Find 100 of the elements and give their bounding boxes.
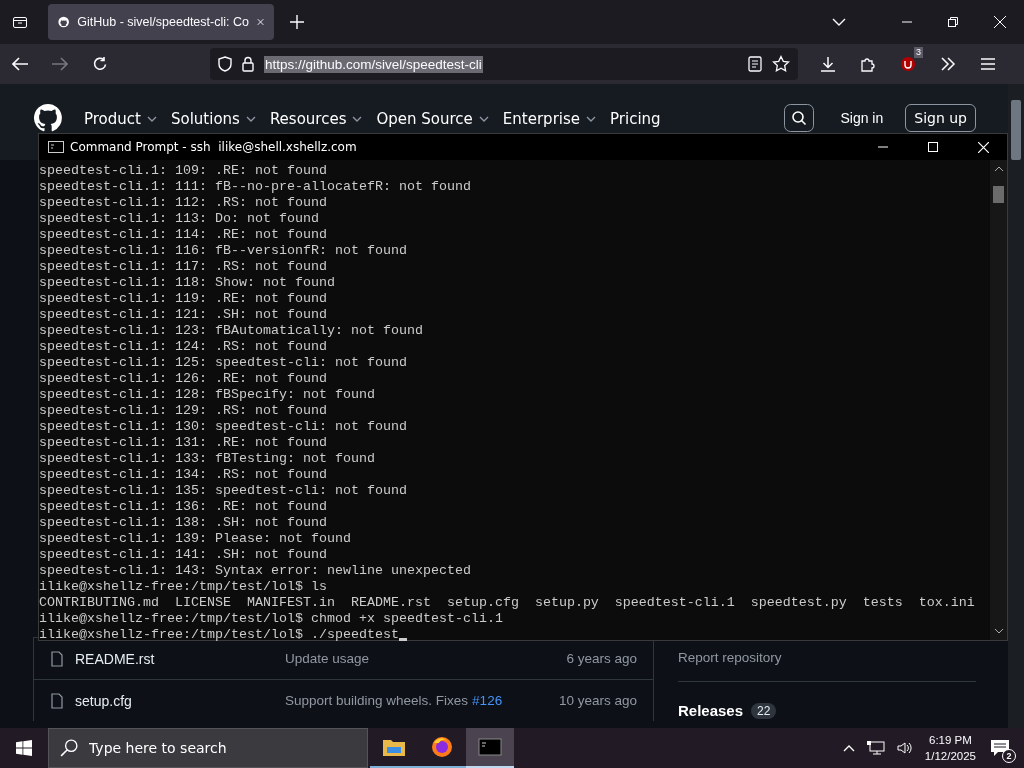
nav-menu-item[interactable]: Solutions <box>170 110 256 128</box>
taskbar-search-field[interactable]: Type here to search <box>48 728 368 768</box>
commit-age: 10 years ago <box>558 693 637 708</box>
terminal-line: speedtest-cli.1: 129: .RS: not found <box>39 403 327 419</box>
terminal-scrollbar[interactable] <box>990 160 1007 640</box>
terminal-line: speedtest-cli.1: 123: fBAutomatically: not found <box>39 323 423 339</box>
nav-menu-item[interactable]: Pricing <box>610 110 661 128</box>
file-name-link[interactable]: README.rst <box>75 650 285 667</box>
scroll-thumb[interactable] <box>993 186 1004 203</box>
search-icon <box>60 739 78 757</box>
sign-in-link[interactable]: Sign in <box>840 110 884 126</box>
chevron-down-icon <box>586 116 596 122</box>
commit-message[interactable]: Support building wheels. Fixes <box>285 693 469 708</box>
reader-view-icon[interactable] <box>748 56 762 72</box>
terminal-line: speedtest-cli.1: 141: .SH: not found <box>39 547 327 563</box>
clock-date[interactable]: 1/12/2025 <box>924 748 976 764</box>
terminal-line: ilike@xshellz-free:/tmp/test/lol$ ls <box>39 579 327 595</box>
browser-icon <box>430 735 454 759</box>
terminal-line: CONTRIBUTING.md LICENSE MANIFEST.in README.rst setup.cfg setup.py speedtest-cli.1 speedtest.py tests tox.ini <box>39 595 975 611</box>
console-icon <box>48 141 64 153</box>
network-icon[interactable] <box>866 740 885 756</box>
scroll-down-icon[interactable] <box>994 629 1003 634</box>
terminal-line: speedtest-cli.1: 126: .RE: not found <box>39 371 327 387</box>
close-tab-icon[interactable] <box>256 17 264 27</box>
releases-heading[interactable]: Releases <box>678 702 744 719</box>
windows-start-icon[interactable] <box>16 740 32 756</box>
github-logo-icon <box>58 14 70 30</box>
nav-menu-item[interactable]: Product <box>84 110 157 128</box>
folder-icon <box>382 737 406 757</box>
github-logo-icon[interactable] <box>34 104 62 132</box>
star-icon[interactable] <box>772 55 790 73</box>
terminal-line: speedtest-cli.1: 128: fBSpecify: not found <box>39 387 375 403</box>
page-scrollbar[interactable] <box>1008 84 1024 728</box>
terminal-line: ilike@xshellz-free:/tmp/test/lol$ ./speedtest <box>39 627 399 643</box>
terminal-line: speedtest-cli.1: 112: .RS: not found <box>39 195 327 211</box>
tab-list-icon[interactable] <box>12 14 28 30</box>
terminal-line: speedtest-cli.1: 139: Please: not found <box>39 531 351 547</box>
chevron-down-icon <box>146 116 157 122</box>
close-icon[interactable] <box>978 141 989 153</box>
chevron-down-icon <box>352 116 363 122</box>
terminal-line: speedtest-cli.1: 118: Show: not found <box>39 275 335 291</box>
back-icon[interactable] <box>12 57 28 71</box>
extension-badge: 3 <box>914 47 923 58</box>
terminal-line: speedtest-cli.1: 136: .RE: not found <box>39 499 327 515</box>
chevron-up-icon[interactable] <box>842 744 855 752</box>
terminal-line: speedtest-cli.1: 113: Do: not found <box>39 211 319 227</box>
terminal-line: speedtest-cli.1: 111: fB--no-pre-allocatefR: not found <box>39 179 471 195</box>
menu-icon[interactable] <box>980 57 996 71</box>
report-repository-link[interactable]: Report repository <box>678 650 976 665</box>
chevron-down-icon[interactable] <box>832 18 846 26</box>
terminal-line: speedtest-cli.1: 117: .RS: not found <box>39 259 327 275</box>
file-name-link[interactable]: setup.cfg <box>75 692 285 709</box>
notification-count: 2 <box>1002 749 1016 763</box>
restore-icon[interactable] <box>948 17 958 27</box>
terminal-line: speedtest-cli.1: 124: .RS: not found <box>39 339 327 355</box>
clock-time[interactable]: 6:19 PM <box>929 732 972 748</box>
shield-icon[interactable] <box>218 56 232 72</box>
maximize-icon[interactable] <box>928 142 938 152</box>
commit-message[interactable]: Update usage <box>285 651 370 666</box>
file-icon <box>51 692 63 709</box>
forward-icon[interactable] <box>52 57 68 71</box>
terminal-line: speedtest-cli.1: 135: speedtest-cli: not found <box>39 483 407 499</box>
download-icon[interactable] <box>820 56 836 72</box>
close-icon[interactable] <box>994 16 1006 28</box>
file-icon <box>51 650 63 667</box>
commit-age: 6 years ago <box>566 651 637 666</box>
chevron-down-icon <box>245 116 256 122</box>
scroll-up-icon[interactable] <box>994 166 1003 171</box>
terminal-line: speedtest-cli.1: 109: .RE: not found <box>39 163 327 179</box>
terminal-line: speedtest-cli.1: 114: .RE: not found <box>39 227 327 243</box>
url-text[interactable]: https://github.com/sivel/speedtest-cli <box>264 55 483 73</box>
terminal-line: speedtest-cli.1: 121: .SH: not found <box>39 307 327 323</box>
nav-menu-item[interactable]: Resources <box>269 110 363 128</box>
new-tab-icon[interactable] <box>290 15 304 29</box>
terminal-line: ilike@xshellz-free:/tmp/test/lol$ chmod +x speedtest-cli.1 <box>39 611 503 627</box>
issue-link[interactable]: #126 <box>472 693 503 708</box>
notification-icon[interactable] <box>990 739 1010 757</box>
terminal-line: speedtest-cli.1: 119: .RE: not found <box>39 291 327 307</box>
speaker-icon[interactable] <box>896 740 913 756</box>
lock-icon[interactable] <box>242 56 254 72</box>
terminal-line: speedtest-cli.1: 125: speedtest-cli: not found <box>39 355 407 371</box>
reload-icon[interactable] <box>92 56 108 72</box>
browser-tab[interactable]: GitHub - sivel/speedtest-cli: Co <box>48 4 274 40</box>
sign-up-button[interactable]: Sign up <box>905 104 976 132</box>
search-icon[interactable] <box>784 104 815 132</box>
overflow-icon[interactable] <box>940 57 956 71</box>
taskbar-app[interactable] <box>466 728 514 768</box>
terminal-line: speedtest-cli.1: 130: speedtest-cli: not found <box>39 419 407 435</box>
terminal-line: speedtest-cli.1: 133: fBTesting: not found <box>39 451 375 467</box>
terminal-line: speedtest-cli.1: 116: fB--versionfR: not found <box>39 243 407 259</box>
terminal-line: speedtest-cli.1: 134: .RS: not found <box>39 467 327 483</box>
terminal-icon <box>478 737 502 757</box>
window-title: Command Prompt - ssh ilike@shell.xshellz.com <box>70 140 357 154</box>
releases-count: 22 <box>751 702 777 719</box>
chevron-down-icon <box>478 116 489 122</box>
nav-menu-item[interactable]: Open Source <box>376 110 489 128</box>
terminal-line: speedtest-cli.1: 143: Syntax error: newline unexpected <box>39 563 471 579</box>
terminal-line: speedtest-cli.1: 138: .SH: not found <box>39 515 327 531</box>
nav-menu-item[interactable]: Enterprise <box>502 110 596 128</box>
puzzle-icon[interactable] <box>860 56 876 72</box>
